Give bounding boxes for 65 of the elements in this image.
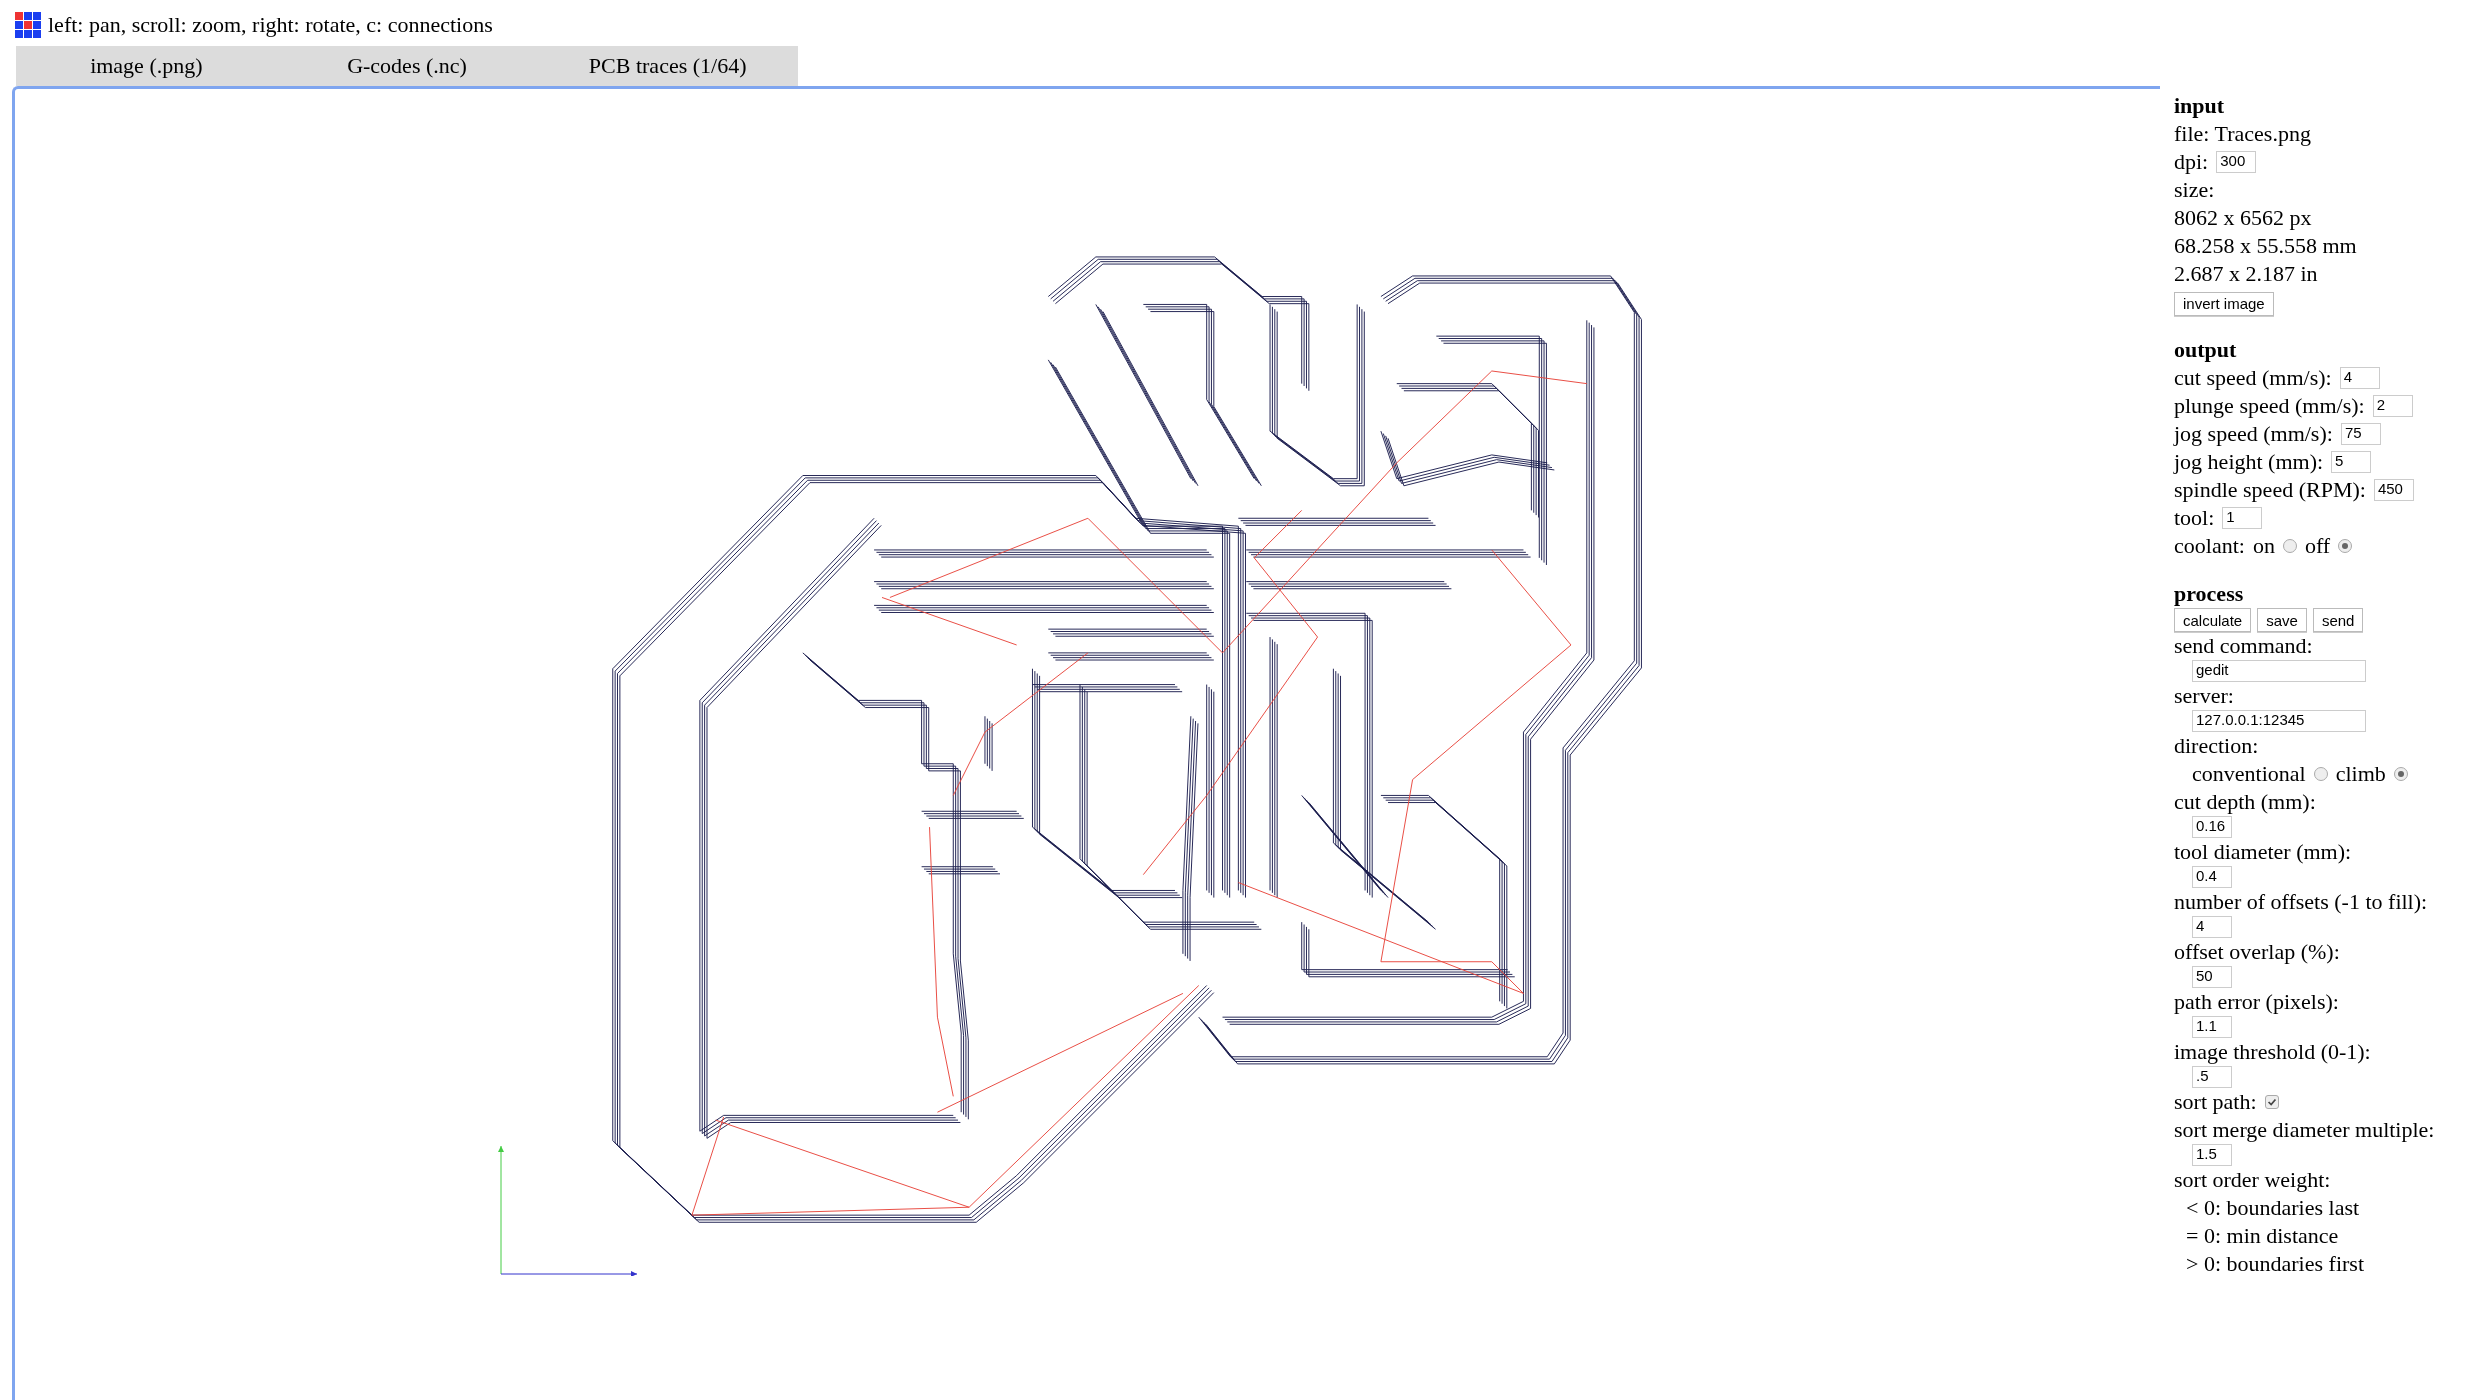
field-label: jog speed (mm/s): <box>2174 420 2333 448</box>
input-field[interactable]: 300 <box>2216 151 2257 173</box>
tab[interactable]: PCB traces (1/64) <box>537 53 798 79</box>
tab[interactable]: G-codes (.nc) <box>276 53 538 79</box>
action-button[interactable]: calculate <box>2174 608 2252 632</box>
size-text: 8062 x 6562 px <box>2174 204 2313 232</box>
field-label: coolant: <box>2174 532 2245 560</box>
size-text: 2.687 x 2.187 in <box>2174 260 2319 288</box>
input-field[interactable]: 1 <box>2222 507 2263 529</box>
option-label: on <box>2252 532 2275 560</box>
field-label: offset overlap (%): <box>2174 938 2341 966</box>
field-label: plunge speed (mm/s): <box>2174 392 2365 420</box>
section-heading: output <box>2174 336 2238 364</box>
note-text: > 0: boundaries first <box>2186 1250 2365 1278</box>
field-label: sort merge diameter multiple: <box>2174 1116 2436 1144</box>
field-label: number of offsets (-1 to fill): <box>2174 888 2429 916</box>
note-text: < 0: boundaries last <box>2186 1194 2361 1222</box>
option-label: off <box>2304 532 2331 560</box>
input-field[interactable]: 75 <box>2340 423 2381 445</box>
field-label: tool: <box>2174 504 2215 532</box>
option-label: climb <box>2335 760 2386 788</box>
size-text: 68.258 x 55.558 mm <box>2174 232 2358 260</box>
input-field[interactable]: gedit <box>2192 660 2366 682</box>
field-label: dpi: <box>2174 148 2209 176</box>
field-label: tool diameter (mm): <box>2174 838 2353 866</box>
input-field[interactable]: 1.1 <box>2192 1016 2232 1038</box>
note-text: = 0: min distance <box>2186 1222 2340 1250</box>
field-label: jog height (mm): <box>2174 448 2324 476</box>
radio-button[interactable] <box>2338 539 2353 553</box>
field-label: server: <box>2174 682 2235 710</box>
input-field[interactable]: 127.0.0.1:12345 <box>2192 710 2366 732</box>
field-label: cut depth (mm): <box>2174 788 2317 816</box>
field-label: size: <box>2174 176 2216 204</box>
grid-logo-icon <box>14 11 42 39</box>
action-button[interactable]: send <box>2312 608 2364 632</box>
radio-button[interactable] <box>2313 767 2328 781</box>
field-label: image threshold (0-1): <box>2174 1038 2372 1066</box>
section-heading: process <box>2174 580 2245 608</box>
input-field[interactable]: .5 <box>2192 1066 2232 1088</box>
field-label: send command: <box>2174 632 2314 660</box>
input-field[interactable]: 50 <box>2192 966 2232 988</box>
file-name: file: Traces.png <box>2174 120 2312 148</box>
field-label: sort path: <box>2174 1088 2257 1116</box>
input-field[interactable]: 0.16 <box>2192 816 2232 838</box>
checkbox[interactable] <box>2264 1095 2279 1109</box>
input-field[interactable]: 450 <box>2373 479 2414 501</box>
field-label: sort order weight: <box>2174 1166 2332 1194</box>
invert-image-button[interactable]: invert image <box>2174 291 2274 316</box>
option-label: conventional <box>2192 760 2306 788</box>
input-field[interactable]: 2 <box>2372 395 2413 417</box>
radio-button[interactable] <box>2282 539 2297 553</box>
controls-hint: left: pan, scroll: zoom, right: rotate, c: connections <box>48 12 493 38</box>
input-field[interactable]: 1.5 <box>2192 1144 2232 1166</box>
input-field[interactable]: 4 <box>2339 367 2380 389</box>
radio-button[interactable] <box>2393 767 2408 781</box>
input-field[interactable]: 0.4 <box>2192 866 2232 888</box>
field-label: spindle speed (RPM): <box>2174 476 2366 504</box>
field-label: direction: <box>2174 732 2260 760</box>
tab[interactable]: image (.png) <box>16 53 277 79</box>
field-label: path error (pixels): <box>2174 988 2340 1016</box>
input-field[interactable]: 5 <box>2331 451 2372 473</box>
action-button[interactable]: save <box>2257 608 2307 632</box>
section-heading: input <box>2174 92 2226 120</box>
field-label: cut speed (mm/s): <box>2174 364 2332 392</box>
input-field[interactable]: 4 <box>2192 916 2232 938</box>
